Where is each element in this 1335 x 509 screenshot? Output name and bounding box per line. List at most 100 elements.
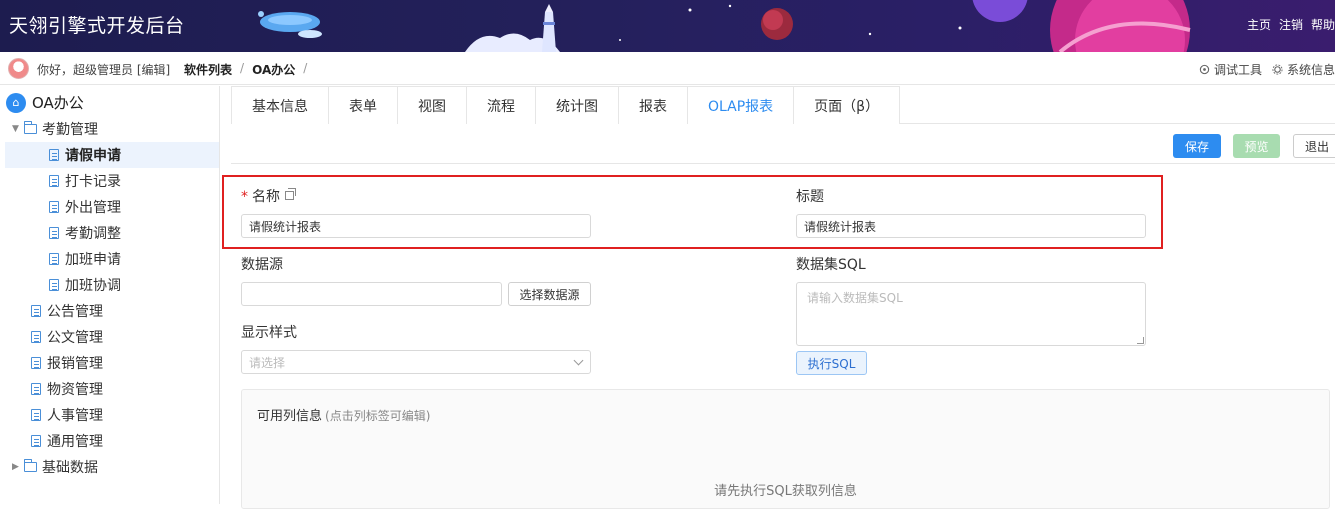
sidebar-item-label: 基础数据 xyxy=(42,460,98,476)
sidebar-item-overtime-coordination[interactable]: 加班协调 xyxy=(49,272,121,298)
title-label: 标题 xyxy=(796,189,824,205)
tab-report[interactable]: 报表 xyxy=(618,86,687,124)
system-info-label: 系统信息 xyxy=(1286,63,1335,77)
tab-chart[interactable]: 统计图 xyxy=(535,86,618,124)
document-icon xyxy=(49,175,59,187)
sidebar-item-label: 加班申请 xyxy=(65,252,121,268)
tab-basic-info[interactable]: 基本信息 xyxy=(231,86,328,124)
select-datasource-button[interactable]: 选择数据源 xyxy=(508,282,591,306)
sidebar-item-label: 物资管理 xyxy=(47,382,103,398)
user-greeting[interactable]: 你好，超级管理员 [编辑] xyxy=(37,61,170,78)
bug-icon xyxy=(1199,64,1210,75)
preview-button[interactable]: 预览 xyxy=(1233,134,1280,158)
breadcrumb-oa[interactable]: OA办公 xyxy=(252,61,295,78)
datasource-label: 数据源 xyxy=(241,257,283,273)
tab-workflow[interactable]: 流程 xyxy=(466,86,535,124)
exit-button[interactable]: 退出 xyxy=(1293,134,1335,158)
copy-icon[interactable] xyxy=(285,188,296,200)
sidebar-item-label: 公告管理 xyxy=(47,304,103,320)
document-icon xyxy=(49,149,59,161)
title-input[interactable]: 请假统计报表 xyxy=(796,214,1146,238)
tab-bar: 基本信息 表单 视图 流程 统计图 报表 OLAP报表 页面（β） xyxy=(231,86,1335,124)
sidebar-item-label: 人事管理 xyxy=(47,408,103,424)
sidebar-item-supplies[interactable]: 物资管理 xyxy=(31,376,103,402)
gear-icon xyxy=(1272,64,1283,75)
sidebar-item-overtime-request[interactable]: 加班申请 xyxy=(49,246,121,272)
save-button[interactable]: 保存 xyxy=(1173,134,1221,158)
style-select[interactable]: 请选择 xyxy=(241,350,591,374)
caret-down-icon[interactable]: ▼ xyxy=(12,124,24,134)
sidebar-item-reimbursement[interactable]: 报销管理 xyxy=(31,350,103,376)
debug-tools-label: 调试工具 xyxy=(1213,63,1262,77)
document-icon xyxy=(49,253,59,265)
tab-olap-report[interactable]: OLAP报表 xyxy=(687,86,794,124)
chevron-down-icon xyxy=(573,355,584,366)
sidebar-item-attendance-adjust[interactable]: 考勤调整 xyxy=(49,220,121,246)
sidebar-item-label: 公文管理 xyxy=(47,330,103,346)
right-tools: 调试工具 系统信息 xyxy=(1199,61,1335,78)
header-decoration xyxy=(258,0,1191,52)
sidebar-item-attendance[interactable]: ▼ 考勤管理 xyxy=(12,116,98,142)
breadcrumb: 软件列表 / OA办公 / xyxy=(184,61,307,78)
resize-handle-icon[interactable] xyxy=(1137,337,1144,344)
sql-textarea[interactable]: 请输入数据集SQL xyxy=(796,282,1146,346)
sql-placeholder: 请输入数据集SQL xyxy=(807,291,903,305)
sql-label: 数据集SQL xyxy=(796,257,866,273)
nav-home-link[interactable]: 主页 xyxy=(1247,16,1271,33)
sidebar-item-label: 考勤管理 xyxy=(42,122,98,138)
sidebar-item-documents[interactable]: 公文管理 xyxy=(31,324,103,350)
name-label: * 名称 xyxy=(241,186,296,206)
datasource-input[interactable] xyxy=(241,282,502,306)
system-info-button[interactable]: 系统信息 xyxy=(1272,61,1335,78)
document-icon xyxy=(31,435,41,447)
tree-root[interactable]: ⌂ OA办公 xyxy=(6,92,84,113)
sidebar-item-label: 考勤调整 xyxy=(65,226,121,242)
avatar[interactable] xyxy=(8,58,29,79)
sidebar-tree: ⌂ OA办公 ▼ 考勤管理 请假申请 打卡记录 外出管理 考勤调整 加班申请 加… xyxy=(0,86,220,504)
sidebar-item-label: 报销管理 xyxy=(47,356,103,372)
document-icon xyxy=(31,331,41,343)
style-select-placeholder: 请选择 xyxy=(249,355,286,370)
sidebar-item-label: 通用管理 xyxy=(47,434,103,450)
document-icon xyxy=(49,279,59,291)
tree-root-label: OA办公 xyxy=(32,94,84,112)
breadcrumb-software-list[interactable]: 软件列表 xyxy=(184,61,232,78)
app-header: 天翎引擎式开发后台 主页 注销 帮助 xyxy=(0,0,1335,52)
tab-form[interactable]: 表单 xyxy=(328,86,397,124)
header-nav: 主页 注销 帮助 xyxy=(1247,16,1335,33)
sidebar-item-announcements[interactable]: 公告管理 xyxy=(31,298,103,324)
sidebar-item-clock-records[interactable]: 打卡记录 xyxy=(49,168,121,194)
toolbar-divider xyxy=(231,163,1335,164)
document-icon xyxy=(31,383,41,395)
style-label: 显示样式 xyxy=(241,325,297,341)
sidebar-item-hr[interactable]: 人事管理 xyxy=(31,402,103,428)
document-icon xyxy=(49,227,59,239)
name-input[interactable]: 请假统计报表 xyxy=(241,214,591,238)
debug-tools-button[interactable]: 调试工具 xyxy=(1199,61,1262,78)
name-label-text: 名称 xyxy=(252,189,280,205)
sidebar-item-outing[interactable]: 外出管理 xyxy=(49,194,121,220)
document-icon xyxy=(31,409,41,421)
sidebar-item-general[interactable]: 通用管理 xyxy=(31,428,103,454)
caret-right-icon[interactable]: ▶ xyxy=(12,462,24,472)
nav-help-link[interactable]: 帮助 xyxy=(1311,16,1335,33)
tab-page-beta[interactable]: 页面（β） xyxy=(793,86,901,124)
columns-hint: (点击列标签可编辑) xyxy=(325,409,431,423)
app-title: 天翎引擎式开发后台 xyxy=(9,15,185,37)
home-icon: ⌂ xyxy=(6,92,26,113)
nav-logout-link[interactable]: 注销 xyxy=(1279,16,1303,33)
sidebar-item-label: 外出管理 xyxy=(65,200,121,216)
columns-panel: 可用列信息 (点击列标签可编辑) 请先执行SQL获取列信息 xyxy=(241,389,1330,509)
run-sql-button[interactable]: 执行SQL xyxy=(796,351,867,375)
sidebar-item-leave-request[interactable]: 请假申请 xyxy=(5,142,219,168)
sidebar-item-label: 打卡记录 xyxy=(65,174,121,190)
sidebar-item-label: 加班协调 xyxy=(65,278,121,294)
document-icon xyxy=(31,305,41,317)
tab-view[interactable]: 视图 xyxy=(397,86,466,124)
document-icon xyxy=(31,357,41,369)
breadcrumb-separator: / xyxy=(303,61,308,75)
breadcrumb-separator: / xyxy=(240,61,245,75)
folder-icon xyxy=(24,121,37,134)
columns-title-text: 可用列信息 xyxy=(257,409,323,424)
sidebar-item-base-data[interactable]: ▶ 基础数据 xyxy=(12,454,98,480)
